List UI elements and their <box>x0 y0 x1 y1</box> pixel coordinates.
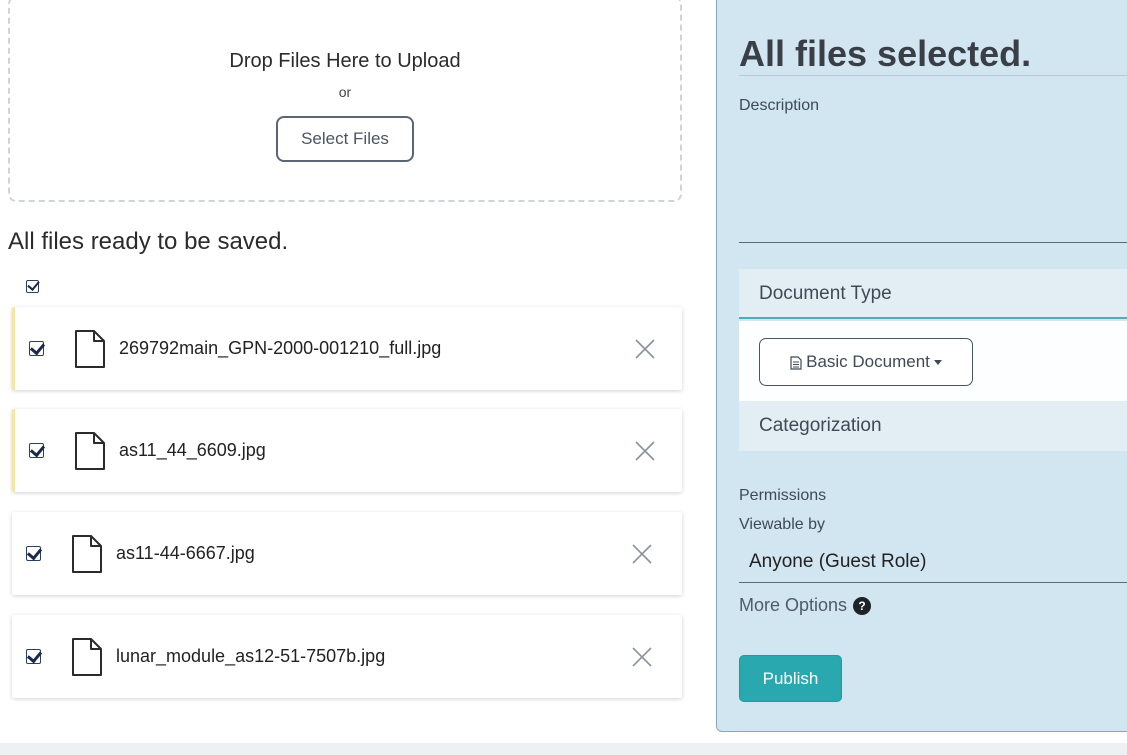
file-card: as11-44-6667.jpg <box>12 512 682 595</box>
panel-title: All files selected. <box>739 33 1032 74</box>
file-checkbox[interactable] <box>26 546 41 561</box>
document-type-dropdown[interactable]: Basic Document <box>759 338 973 386</box>
caret-down-icon <box>933 360 942 366</box>
select-files-button[interactable]: Select Files <box>276 116 414 162</box>
document-type-heading: Document Type <box>759 283 892 304</box>
description-label: Description <box>739 97 820 114</box>
document-icon <box>790 355 802 370</box>
document-type-section-header[interactable]: Document Type <box>739 269 1127 319</box>
close-icon <box>635 441 655 461</box>
bottom-bar <box>0 743 1127 755</box>
drop-zone-title: Drop Files Here to Upload <box>229 50 461 72</box>
more-options-link[interactable]: More Options? <box>739 595 872 616</box>
file-name: as11-44-6667.jpg <box>116 543 255 563</box>
publish-button[interactable]: Publish <box>739 655 842 702</box>
file-card: 269792main_GPN-2000-001210_full.jpg <box>12 307 682 390</box>
document-type-label: Basic Document <box>806 352 930 371</box>
file-checkbox[interactable] <box>29 341 44 356</box>
remove-file-button[interactable] <box>626 538 658 570</box>
file-icon <box>72 638 102 676</box>
remove-file-button[interactable] <box>629 435 661 467</box>
viewable-by-label: Viewable by <box>739 516 825 533</box>
files-ready-heading: All files ready to be saved. <box>8 228 289 255</box>
bulk-edit-panel: All files selected. Description Document… <box>716 0 1127 732</box>
help-icon[interactable]: ? <box>853 597 872 615</box>
drop-zone-or: or <box>338 84 352 100</box>
categorization-heading: Categorization <box>759 415 882 436</box>
more-options-label: More Options <box>739 595 848 615</box>
file-checkbox[interactable] <box>26 649 41 664</box>
file-name: as11_44_6609.jpg <box>119 440 266 460</box>
categorization-section-header[interactable]: Categorization <box>739 401 1127 451</box>
viewable-by-select[interactable]: Anyone (Guest Role) <box>739 541 1127 583</box>
document-type-body: Basic Document <box>739 321 1127 401</box>
remove-file-button[interactable] <box>629 333 661 365</box>
viewable-by-value: Anyone (Guest Role) <box>749 551 927 572</box>
close-icon <box>635 339 655 359</box>
close-icon <box>632 647 652 667</box>
file-card: lunar_module_as12-51-7507b.jpg <box>12 615 682 698</box>
file-icon <box>75 330 105 368</box>
description-field[interactable] <box>739 119 1127 243</box>
file-name: 269792main_GPN-2000-001210_full.jpg <box>119 338 442 358</box>
file-icon <box>72 535 102 573</box>
close-icon <box>632 544 652 564</box>
file-name: lunar_module_as12-51-7507b.jpg <box>116 646 386 666</box>
remove-file-button[interactable] <box>626 641 658 673</box>
title-divider <box>739 75 1127 76</box>
file-checkbox[interactable] <box>29 443 44 458</box>
file-icon <box>75 432 105 470</box>
permissions-label: Permissions <box>739 487 827 504</box>
select-all-checkbox[interactable] <box>26 280 39 293</box>
file-drop-zone[interactable]: Drop Files Here to Upload or Select File… <box>8 0 682 202</box>
file-card: as11_44_6609.jpg <box>12 409 682 492</box>
